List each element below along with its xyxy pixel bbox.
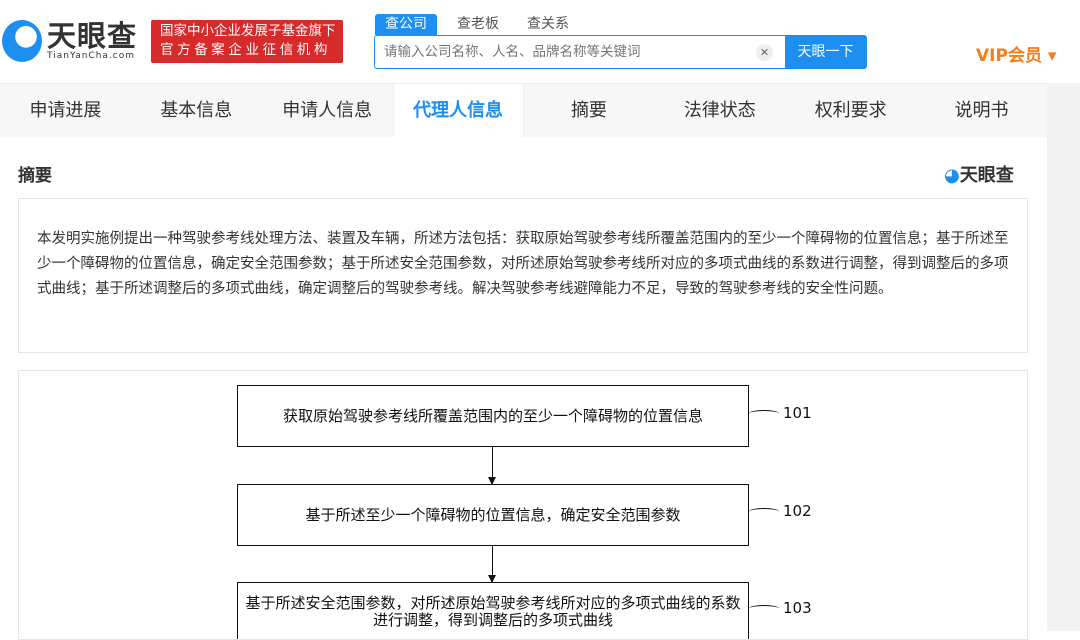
logo[interactable]: 天眼查 TianYanCha.com xyxy=(2,20,137,62)
logo-text: 天眼查 xyxy=(47,19,138,53)
official-badge: 国家中小企业发展子基金旗下 官方备案企业征信机构 xyxy=(151,20,343,63)
logo-domain: TianYanCha.com xyxy=(47,51,136,61)
clear-icon[interactable]: ✕ xyxy=(756,44,773,61)
tab-progress[interactable]: 申请进展 xyxy=(0,84,131,137)
flow-step-101: 获取原始驾驶参考线所覆盖范围内的至少一个障碍物的位置信息 xyxy=(237,385,749,447)
right-gutter xyxy=(1047,83,1080,631)
search-tab-company[interactable]: 查公司 xyxy=(375,14,437,35)
logo-icon: ◕ xyxy=(944,165,960,186)
abstract-text: 本发明实施例提出一种驾驶参考线处理方法、装置及车辆，所述方法包括：获取原始驾驶参… xyxy=(18,198,1028,353)
search-bar: ✕ 天眼一下 xyxy=(374,35,867,69)
tab-agent[interactable]: 代理人信息 xyxy=(392,84,524,137)
search-tab-relation[interactable]: 查关系 xyxy=(517,14,579,35)
vip-menu[interactable]: VIP会员 ▾ xyxy=(976,41,1056,66)
search-tab-boss[interactable]: 查老板 xyxy=(447,14,509,35)
search-button[interactable]: 天眼一下 xyxy=(785,36,866,68)
flow-step-102: 基于所述至少一个障碍物的位置信息，确定安全范围参数 xyxy=(237,484,749,546)
abstract-figure: 获取原始驾驶参考线所覆盖范围内的至少一个障碍物的位置信息 101 基于所述至少一… xyxy=(18,370,1028,640)
tab-applicant[interactable]: 申请人信息 xyxy=(262,84,393,137)
arrow-icon xyxy=(488,546,496,583)
section-title: 摘要 xyxy=(18,166,52,186)
tab-legal-status[interactable]: 法律状态 xyxy=(654,84,785,137)
badge-line1: 国家中小企业发展子基金旗下 xyxy=(160,23,336,39)
header: 天眼查 TianYanCha.com 国家中小企业发展子基金旗下 官方备案企业征… xyxy=(0,0,1080,83)
flow-label-102: 102 xyxy=(749,502,812,520)
tab-abstract[interactable]: 摘要 xyxy=(524,84,655,137)
section-logo: ◕天眼查 xyxy=(944,161,1014,187)
tab-description[interactable]: 说明书 xyxy=(916,84,1047,137)
arrow-icon xyxy=(488,447,496,485)
logo-icon xyxy=(2,20,42,62)
flow-label-103: 103 xyxy=(749,599,812,617)
tab-basic-info[interactable]: 基本信息 xyxy=(131,84,262,137)
badge-line2: 官方备案企业征信机构 xyxy=(160,42,331,58)
search-tabs: 查公司 查老板 查关系 xyxy=(375,14,587,35)
tab-claims[interactable]: 权利要求 xyxy=(785,84,916,137)
section-logo-text: 天眼查 xyxy=(959,165,1014,186)
flow-step-103: 基于所述安全范围参数，对所述原始驾驶参考线所对应的多项式曲线的系数进行调整，得到… xyxy=(237,582,749,639)
tab-bar: 申请进展 基本信息 申请人信息 代理人信息 摘要 法律状态 权利要求 说明书 xyxy=(0,83,1047,137)
search-input[interactable] xyxy=(375,36,744,68)
flow-label-101: 101 xyxy=(749,404,812,422)
